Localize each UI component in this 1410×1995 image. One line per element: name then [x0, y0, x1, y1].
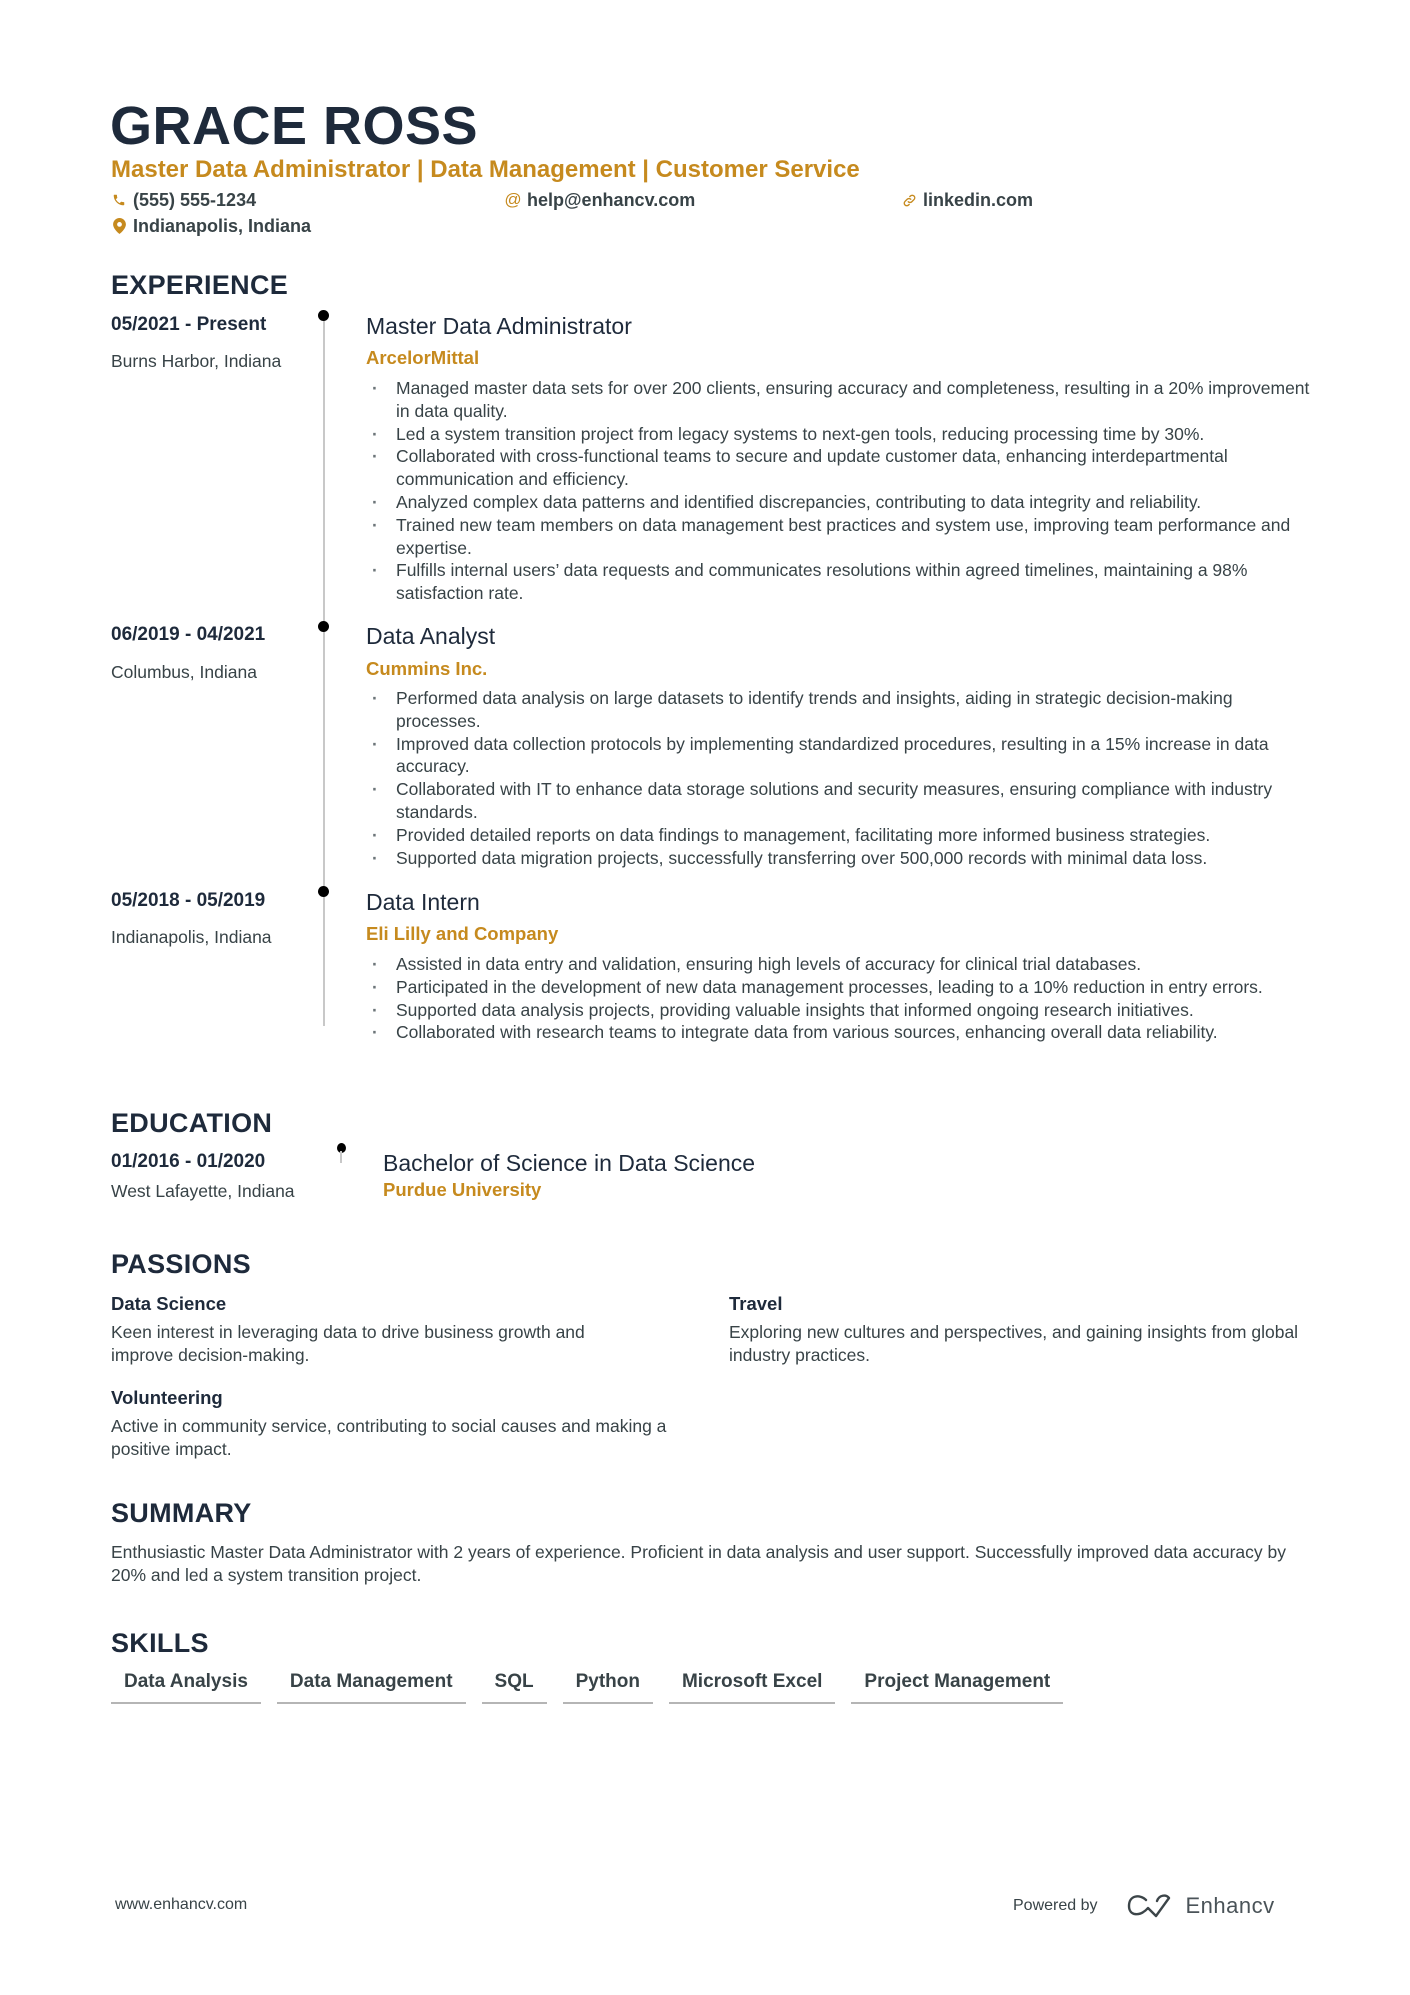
- phone-icon: [111, 192, 127, 208]
- enhancv-brand-name: Enhancv: [1185, 1893, 1275, 1918]
- experience-location: Columbus, Indiana: [111, 662, 257, 682]
- achievement-item: Supported data analysis projects, provid…: [366, 999, 1311, 1022]
- location-value: Indianapolis, Indiana: [133, 216, 312, 236]
- email-value[interactable]: help@enhancv.com: [527, 189, 695, 211]
- contact-email: @ help@enhancv.com: [504, 189, 695, 211]
- passion-description: Keen interest in leveraging data to driv…: [111, 1322, 585, 1365]
- company-name: Eli Lilly and Company: [366, 923, 559, 944]
- skill-tag: Data Management: [276, 1668, 466, 1704]
- contact-location: Indianapolis, Indiana: [111, 215, 311, 237]
- passion-item: Travel Exploring new cultures and perspe…: [729, 1292, 1329, 1367]
- timeline-dot: [318, 886, 329, 897]
- experience-heading: EXPERIENCE: [111, 270, 289, 300]
- summary-heading: SUMMARY: [111, 1498, 252, 1528]
- headline: Master Data Administrator | Data Managem…: [111, 156, 860, 183]
- achievement-item: Assisted in data entry and validation, e…: [366, 953, 1311, 976]
- achievement-list: Managed master data sets for over 200 cl…: [366, 377, 1311, 605]
- summary-text: Enthusiastic Master Data Administrator w…: [111, 1542, 1287, 1585]
- passions-heading: PASSIONS: [111, 1249, 251, 1279]
- skill-tag: SQL: [481, 1668, 547, 1704]
- achievement-item: Collaborated with research teams to inte…: [366, 1021, 1311, 1044]
- skill-tag: Microsoft Excel: [668, 1668, 836, 1704]
- achievement-item: Improved data collection protocols by im…: [366, 733, 1311, 779]
- achievement-item: Performed data analysis on large dataset…: [366, 687, 1311, 733]
- experience-location: Burns Harbor, Indiana: [111, 351, 282, 371]
- school-name: Purdue University: [383, 1179, 542, 1200]
- footer-website-link[interactable]: www.enhancv.com: [115, 1896, 247, 1914]
- skill-tag: Python: [562, 1668, 653, 1704]
- at-icon: @: [504, 190, 522, 209]
- degree: Bachelor of Science in Data Science: [383, 1150, 756, 1176]
- skills-heading: SKILLS: [111, 1628, 209, 1658]
- achievement-item: Analyzed complex data patterns and ident…: [366, 491, 1311, 514]
- job-title: Data Analyst: [366, 623, 496, 649]
- passion-title: Data Science: [111, 1293, 227, 1314]
- passion-item: Volunteering Active in community service…: [111, 1386, 671, 1461]
- job-title: Master Data Administrator: [366, 313, 632, 339]
- passion-title: Travel: [729, 1293, 783, 1314]
- experience-dates: 05/2021 - Present: [111, 314, 267, 335]
- timeline-line: [340, 1151, 342, 1163]
- company-name: ArcelorMittal: [366, 347, 480, 368]
- passion-description: Exploring new cultures and perspectives,…: [729, 1322, 1299, 1365]
- achievement-item: Participated in the development of new d…: [366, 976, 1311, 999]
- education-heading: EDUCATION: [111, 1108, 273, 1138]
- powered-by-label: Powered by: [1013, 1897, 1098, 1914]
- enhancv-logo[interactable]: Enhancv: [1126, 1893, 1275, 1919]
- contact-phone: (555) 555-1234: [111, 189, 256, 211]
- achievement-item: Trained new team members on data managem…: [366, 514, 1311, 560]
- passion-item: Data Science Keen interest in leveraging…: [111, 1292, 651, 1367]
- experience-location: Indianapolis, Indiana: [111, 927, 272, 947]
- company-name: Cummins Inc.: [366, 658, 488, 679]
- skills-list: Data Analysis Data Management SQL Python…: [111, 1668, 1064, 1704]
- achievement-list: Assisted in data entry and validation, e…: [366, 953, 1311, 1044]
- powered-by: Powered by Enhancv: [1013, 1893, 1275, 1919]
- passion-title: Volunteering: [111, 1387, 223, 1408]
- achievement-item: Collaborated with cross-functional teams…: [366, 445, 1311, 491]
- achievement-item: Supported data migration projects, succe…: [366, 847, 1311, 870]
- skill-tag: Data Analysis: [111, 1668, 261, 1704]
- experience-dates: 05/2018 - 05/2019: [111, 890, 266, 911]
- enhancv-logo-icon: [1127, 1894, 1170, 1918]
- achievement-item: Led a system transition project from leg…: [366, 423, 1311, 446]
- linkedin-value[interactable]: linkedin.com: [923, 189, 1033, 211]
- link-icon: [901, 192, 917, 208]
- education-dates: 01/2016 - 01/2020: [111, 1151, 266, 1172]
- passion-description: Active in community service, contributin…: [111, 1416, 667, 1459]
- timeline-line: [323, 318, 325, 1026]
- job-title: Data Intern: [366, 889, 480, 915]
- education-location: West Lafayette, Indiana: [111, 1181, 295, 1201]
- candidate-name: GRACE ROSS: [110, 96, 479, 156]
- achievement-item: Collaborated with IT to enhance data sto…: [366, 778, 1311, 824]
- phone-value[interactable]: (555) 555-1234: [133, 189, 256, 211]
- experience-dates: 06/2019 - 04/2021: [111, 624, 266, 645]
- achievement-list: Performed data analysis on large dataset…: [366, 687, 1311, 869]
- achievement-item: Managed master data sets for over 200 cl…: [366, 377, 1311, 423]
- achievement-item: Fulfills internal users’ data requests a…: [366, 559, 1311, 605]
- contact-linkedin: linkedin.com: [901, 189, 1033, 211]
- skill-tag: Project Management: [851, 1668, 1064, 1704]
- achievement-item: Provided detailed reports on data findin…: [366, 824, 1311, 847]
- timeline-dot: [318, 621, 329, 632]
- location-pin-icon: [111, 218, 127, 234]
- timeline-dot: [318, 310, 329, 321]
